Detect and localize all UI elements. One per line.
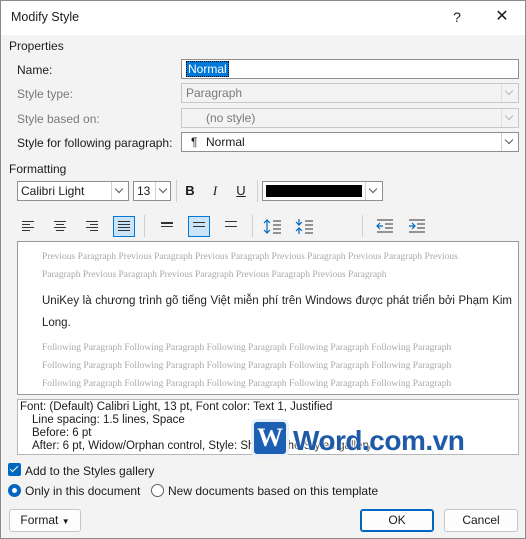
one-half-spacing-button[interactable] — [188, 216, 210, 237]
name-label: Name: — [17, 63, 53, 77]
chevron-down-icon — [501, 109, 518, 127]
following-paragraph-label: Style for following paragraph: — [17, 136, 173, 150]
modify-style-dialog: Modify Style ? ✕ Properties Name: Normal… — [0, 0, 526, 539]
chevron-down-icon — [501, 84, 518, 102]
new-documents-radio[interactable] — [151, 484, 164, 497]
font-color-dropdown[interactable] — [262, 181, 383, 201]
decrease-indent-icon — [376, 219, 393, 233]
name-value: Normal — [186, 61, 229, 77]
spacing-decrease-icon — [295, 219, 313, 234]
chevron-down-icon — [365, 182, 382, 200]
cancel-button[interactable]: Cancel — [444, 509, 518, 532]
spacing-increase-icon — [263, 219, 281, 234]
format-button[interactable]: Format ▼ — [9, 509, 81, 532]
description-line: Before: 6 pt — [32, 427, 92, 439]
following-paragraph-value: Normal — [206, 135, 245, 149]
toolbar-divider — [252, 215, 253, 237]
properties-heading: Properties — [9, 39, 64, 53]
style-type-dropdown: Paragraph — [181, 83, 519, 103]
based-on-label: Style based on: — [17, 112, 100, 126]
align-center-button[interactable] — [49, 216, 71, 237]
align-right-button[interactable] — [81, 216, 103, 237]
justify-button[interactable] — [113, 216, 135, 237]
style-type-value: Paragraph — [186, 86, 243, 100]
align-left-button[interactable] — [17, 216, 39, 237]
title-bar: Modify Style ? ✕ — [1, 1, 525, 35]
close-button[interactable]: ✕ — [487, 5, 517, 29]
based-on-dropdown: (no style) — [181, 108, 519, 128]
only-this-document-radio[interactable] — [8, 484, 21, 497]
style-preview: Previous Paragraph Previous Paragraph Pr… — [17, 241, 519, 395]
increase-indent-icon — [409, 219, 425, 233]
description-line: Font: (Default) Calibri Light, 13 pt, Fo… — [20, 401, 333, 413]
following-paragraph-text: Following Paragraph Following Paragraph … — [42, 361, 452, 371]
add-to-gallery-checkbox[interactable] — [8, 463, 21, 476]
pilcrow-icon: ¶ — [191, 135, 198, 149]
increase-indent-button[interactable] — [406, 216, 428, 237]
italic-button[interactable]: I — [205, 181, 225, 201]
following-paragraph-text: Following Paragraph Following Paragraph … — [42, 379, 452, 389]
chevron-down-icon — [155, 182, 170, 200]
font-name-value: Calibri Light — [21, 184, 85, 198]
following-paragraph-text: Following Paragraph Following Paragraph … — [42, 343, 452, 353]
word-logo-icon: W — [251, 419, 289, 457]
watermark: W Word.com.vn — [247, 417, 465, 467]
decrease-paragraph-spacing-button[interactable] — [294, 216, 316, 237]
font-size-value: 13 — [137, 184, 151, 198]
single-spacing-button[interactable] — [156, 216, 178, 237]
double-spacing-icon — [225, 221, 237, 231]
watermark-text: Word.com.vn — [293, 425, 465, 456]
one-half-spacing-icon — [193, 222, 205, 230]
style-type-label: Style type: — [17, 87, 74, 101]
align-right-icon — [86, 221, 98, 233]
font-color-swatch — [266, 185, 362, 197]
only-this-document-label: Only in this document — [25, 484, 141, 498]
align-left-icon — [22, 221, 34, 233]
name-input[interactable]: Normal — [181, 59, 519, 79]
formatting-heading: Formatting — [9, 162, 67, 176]
based-on-value: (no style) — [206, 111, 256, 125]
double-spacing-button[interactable] — [220, 216, 242, 237]
help-button[interactable]: ? — [442, 5, 472, 29]
font-size-dropdown[interactable]: 13 — [133, 181, 171, 201]
ok-button[interactable]: OK — [360, 509, 434, 532]
toolbar-divider — [144, 215, 145, 237]
toolbar-divider — [257, 180, 258, 202]
sample-text: UniKey là chương trình gõ tiếng Việt miễ… — [42, 295, 512, 329]
caret-down-icon: ▼ — [61, 517, 70, 526]
justify-icon — [118, 221, 130, 233]
chevron-down-icon — [501, 133, 518, 151]
single-spacing-icon — [161, 222, 173, 229]
previous-paragraph-text: Previous Paragraph Previous Paragraph Pr… — [42, 252, 458, 262]
add-to-gallery-label: Add to the Styles gallery — [25, 464, 155, 478]
new-documents-label: New documents based on this template — [168, 484, 379, 498]
previous-paragraph-text: Paragraph Previous Paragraph Previous Pa… — [42, 270, 387, 280]
decrease-indent-button[interactable] — [374, 216, 396, 237]
description-line: Line spacing: 1.5 lines, Space — [32, 414, 185, 426]
toolbar-divider — [362, 215, 363, 237]
chevron-down-icon — [111, 182, 128, 200]
bold-button[interactable]: B — [180, 181, 200, 201]
align-center-icon — [54, 221, 66, 233]
format-button-label: Format — [20, 513, 59, 527]
underline-button[interactable]: U — [231, 181, 251, 201]
toolbar-divider — [176, 180, 177, 202]
dialog-title: Modify Style — [11, 10, 80, 24]
increase-paragraph-spacing-button[interactable] — [262, 216, 284, 237]
font-name-dropdown[interactable]: Calibri Light — [17, 181, 129, 201]
following-paragraph-dropdown[interactable]: ¶ Normal — [181, 132, 519, 152]
